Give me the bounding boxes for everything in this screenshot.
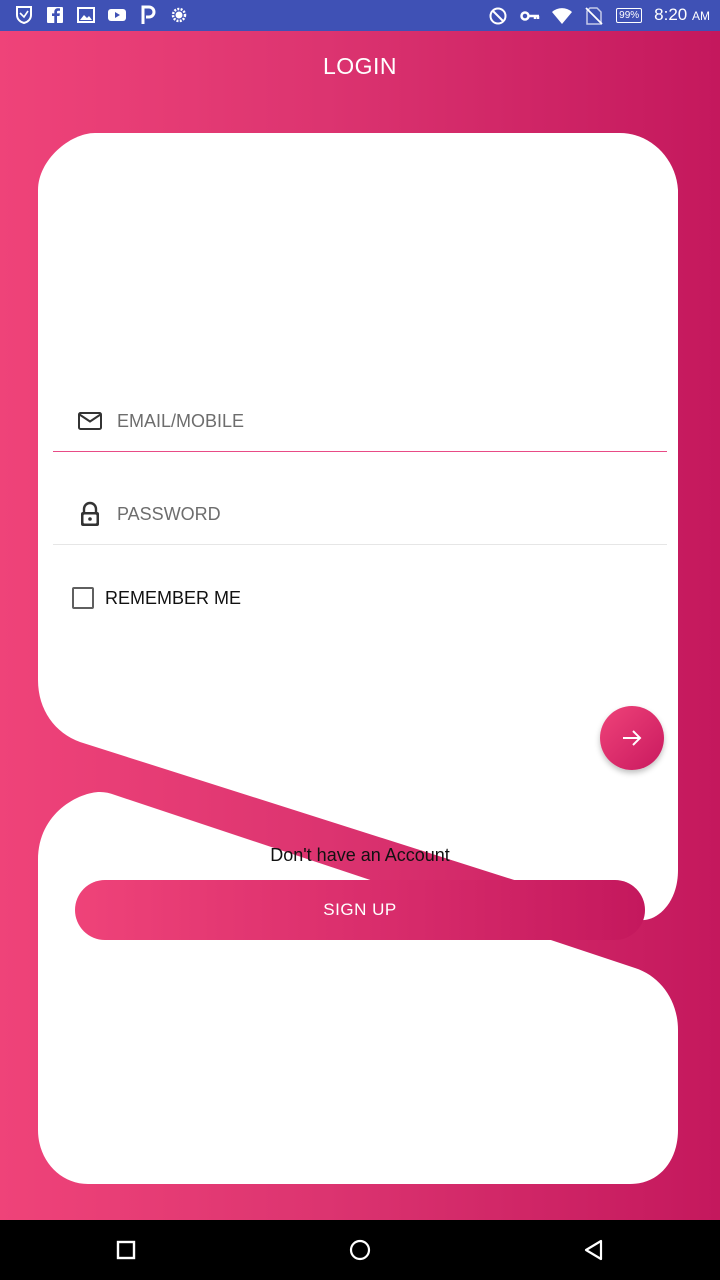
checkbox-box[interactable] xyxy=(72,587,94,609)
password-input[interactable] xyxy=(117,485,657,543)
email-field[interactable] xyxy=(53,392,667,452)
p-icon xyxy=(141,5,156,24)
login-screen: LOGIN REMEMBER ME Don't have an Account … xyxy=(0,31,720,1220)
mail-icon xyxy=(78,412,102,430)
remember-me-checkbox[interactable]: REMEMBER ME xyxy=(72,587,241,609)
status-bar: 99% 8:20 AM xyxy=(0,0,720,31)
do-not-disturb-icon xyxy=(489,7,507,24)
settings-icon xyxy=(171,7,187,23)
wifi-icon xyxy=(552,7,573,24)
image-icon xyxy=(77,7,95,23)
battery-icon: 99% xyxy=(616,8,643,23)
youtube-icon xyxy=(108,9,126,21)
email-underline xyxy=(53,451,667,452)
navigation-bar xyxy=(0,1220,720,1280)
sign-up-button[interactable]: SIGN UP xyxy=(75,880,645,940)
facebook-icon xyxy=(47,7,63,23)
password-field[interactable] xyxy=(53,485,667,545)
back-triangle-icon[interactable] xyxy=(582,1238,606,1262)
password-underline xyxy=(53,544,667,545)
no-sim-icon xyxy=(585,6,603,25)
key-icon xyxy=(520,10,540,21)
page-title: LOGIN xyxy=(322,53,398,79)
login-submit-button[interactable] xyxy=(600,706,664,770)
arrow-right-icon xyxy=(623,730,642,746)
home-circle-icon[interactable] xyxy=(348,1238,372,1262)
email-input[interactable] xyxy=(117,392,657,450)
recents-square-icon[interactable] xyxy=(114,1238,138,1262)
no-account-text: Don't have an Account xyxy=(270,845,450,865)
remember-me-label: REMEMBER ME xyxy=(105,587,242,608)
shield-icon xyxy=(16,6,32,25)
background-shapes xyxy=(38,133,678,1184)
clock: 8:20 AM xyxy=(654,5,710,24)
lock-icon xyxy=(81,501,99,526)
